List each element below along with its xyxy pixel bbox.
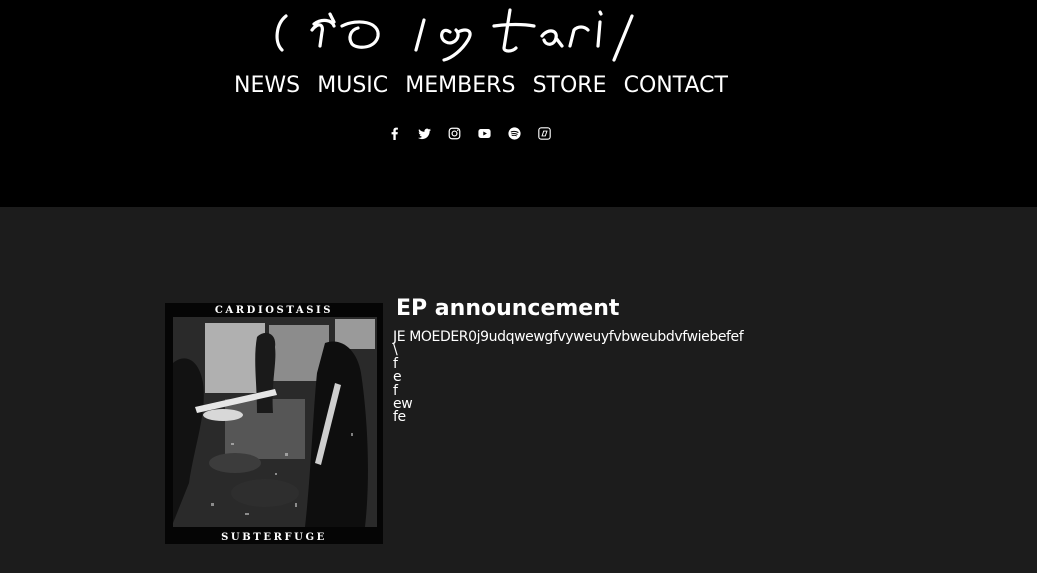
youtube-icon[interactable] bbox=[474, 123, 494, 143]
cover-top-text: CARDIOSTASIS bbox=[215, 305, 333, 316]
logo-handwritten-graphic bbox=[275, 8, 634, 62]
post-body-line: f bbox=[393, 355, 398, 372]
nav-music[interactable]: MUSIC bbox=[311, 73, 394, 98]
bandcamp-icon[interactable] bbox=[534, 123, 554, 143]
post-body-line: e bbox=[393, 369, 402, 386]
cover-bottom-text: SUBTERFUGE bbox=[221, 532, 327, 543]
twitter-icon[interactable] bbox=[414, 123, 434, 143]
main-nav: NEWS MUSIC MEMBERS STORE CONTACT bbox=[228, 70, 734, 100]
facebook-icon[interactable] bbox=[384, 123, 404, 143]
nav-contact[interactable]: CONTACT bbox=[618, 73, 734, 98]
spotify-icon[interactable] bbox=[504, 123, 524, 143]
nav-members[interactable]: MEMBERS bbox=[399, 73, 521, 98]
post-body-line: f bbox=[393, 382, 398, 399]
site-header: NEWS MUSIC MEMBERS STORE CONTACT bbox=[0, 0, 1037, 207]
nav-news[interactable]: NEWS bbox=[228, 73, 306, 98]
site-logo[interactable] bbox=[262, 2, 642, 66]
post-title: EP announcement bbox=[396, 296, 620, 321]
post-body-line: JE MOEDER0j9udqwewgfvyweuyfvbweubdvfwieb… bbox=[393, 329, 744, 345]
album-cover-photo: CARDIOSTASIS SUBTERFUGE bbox=[165, 303, 383, 544]
post-body-line: fe bbox=[393, 409, 406, 426]
post-body-line: ew bbox=[393, 396, 413, 413]
social-links bbox=[384, 122, 554, 144]
nav-store[interactable]: STORE bbox=[527, 73, 613, 98]
album-cover-image[interactable]: CARDIOSTASIS SUBTERFUGE bbox=[165, 303, 383, 544]
instagram-icon[interactable] bbox=[444, 123, 464, 143]
post-body-line: \ bbox=[393, 342, 398, 359]
post-body: JE MOEDER0j9udqwewgfvyweuyfvbweubdvfwieb… bbox=[393, 329, 744, 426]
